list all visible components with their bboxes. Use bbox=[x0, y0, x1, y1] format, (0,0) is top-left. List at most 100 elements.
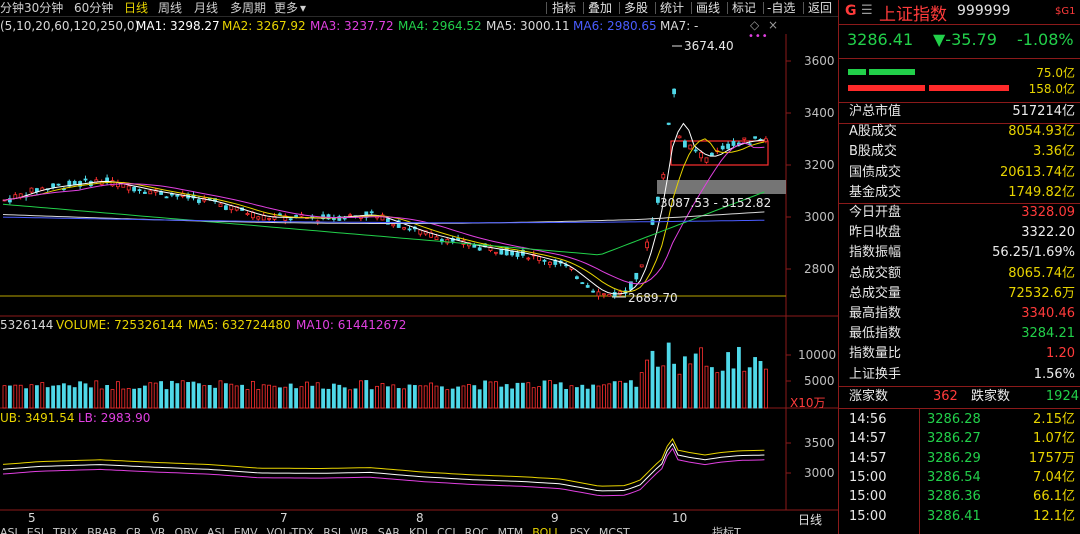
volume-bar bbox=[753, 357, 757, 409]
volume-bar bbox=[380, 383, 385, 409]
kline-chart bbox=[0, 34, 838, 511]
volume-bar bbox=[553, 384, 558, 409]
indicator-tab[interactable]: OBV bbox=[175, 526, 198, 534]
indicator-tab[interactable]: VR bbox=[150, 526, 165, 534]
stat-label: 指数量比 bbox=[849, 346, 902, 362]
stat-value: 20613.74亿 bbox=[999, 164, 1075, 180]
indicator-tab[interactable]: ESI bbox=[27, 526, 44, 534]
candle-body bbox=[407, 228, 412, 231]
volume-bar bbox=[196, 383, 201, 409]
indicator-tab[interactable]: ASI bbox=[0, 526, 18, 534]
volume-bar bbox=[148, 382, 153, 409]
boll-lb: LB: 2983.90 bbox=[78, 411, 151, 425]
tick-volume: 12.1亿 bbox=[1033, 508, 1075, 524]
stat-label: 今日开盘 bbox=[849, 205, 902, 220]
tick-row: 15:00 3286.54 7.04亿 bbox=[839, 468, 1080, 488]
stat-row: 国债成交 20613.74亿 bbox=[839, 163, 1080, 183]
volume-bar bbox=[391, 384, 396, 409]
stat-value: 1.56% bbox=[1033, 366, 1075, 382]
indicator-tab[interactable]: SAR bbox=[378, 526, 400, 534]
buy-flow-bar bbox=[869, 69, 915, 75]
volume-tick-10000: 10000 bbox=[798, 348, 837, 362]
volume-bar bbox=[596, 385, 601, 409]
indicator-tab[interactable]: MCST bbox=[599, 526, 630, 534]
candle-body bbox=[175, 194, 180, 197]
indicator-tab[interactable]: BRAR bbox=[87, 526, 117, 534]
ma-line bbox=[2, 122, 765, 295]
volume-bar bbox=[175, 383, 180, 409]
volume-bar bbox=[423, 385, 428, 409]
candle-body bbox=[256, 216, 261, 220]
volume-bar bbox=[105, 385, 109, 409]
indicator-tab[interactable]: MTM bbox=[498, 526, 524, 534]
volume-bar bbox=[358, 380, 363, 409]
candle-body bbox=[83, 178, 88, 181]
candle-body bbox=[650, 219, 655, 225]
price-change-pct: -1.08% bbox=[1017, 30, 1074, 49]
x-tick-6: 6 bbox=[152, 511, 160, 525]
volume-bar bbox=[580, 384, 585, 409]
candle-body bbox=[132, 187, 137, 192]
volume-bar bbox=[375, 385, 380, 409]
x-tick-10: 10 bbox=[672, 511, 688, 525]
indicator-tab[interactable]: WR bbox=[350, 526, 369, 534]
order-flow: 75.0亿 158.0亿 bbox=[839, 58, 1080, 103]
volume-bar bbox=[445, 389, 450, 409]
volume-bar bbox=[137, 388, 142, 409]
stat-row: 基金成交 1749.82亿 bbox=[839, 183, 1080, 203]
indicator-tab[interactable]: VOL-TDX bbox=[267, 526, 315, 534]
indicator-tab[interactable]: ASI bbox=[207, 526, 225, 534]
volume-bar bbox=[110, 389, 115, 409]
volume-unit: X10万 bbox=[790, 396, 826, 410]
stat-row: 最低指数 3284.21 bbox=[839, 324, 1080, 344]
tick-price: 3286.28 bbox=[927, 412, 981, 427]
menu-icon[interactable]: ☰ bbox=[861, 3, 873, 18]
tick-row: 15:00 3286.41 12.1亿 bbox=[839, 507, 1080, 527]
volume-bar bbox=[40, 382, 45, 409]
indicator-tab[interactable]: BOLL bbox=[532, 526, 560, 534]
indicator-tab[interactable]: KDJ bbox=[409, 526, 428, 534]
volume-bar bbox=[240, 384, 245, 409]
volume-bar bbox=[72, 387, 77, 409]
volume-bar bbox=[261, 384, 266, 409]
stat-row: 今日开盘 3328.09 bbox=[839, 203, 1080, 223]
candle-body bbox=[677, 135, 682, 139]
indicator-tab[interactable]: RSI bbox=[323, 526, 341, 534]
volume-bar bbox=[618, 380, 622, 409]
indicator-tab[interactable]: EMV bbox=[234, 526, 258, 534]
stat-label: 总成交量 bbox=[849, 285, 902, 301]
volume-bar bbox=[396, 388, 401, 409]
volume-bar bbox=[304, 381, 309, 409]
market-badge: $G1 bbox=[1055, 6, 1076, 17]
volume-bar bbox=[558, 382, 563, 409]
stat-row: 昨日收盘 3322.20 bbox=[839, 223, 1080, 243]
candle-body bbox=[35, 188, 39, 193]
price-summary: 3286.41 ▼-35.79 -1.08% bbox=[839, 24, 1080, 59]
divider bbox=[839, 123, 1080, 124]
indicator-tab[interactable]: ROC bbox=[465, 526, 489, 534]
candle-body bbox=[710, 152, 714, 156]
candle-body bbox=[348, 214, 353, 217]
tick-volume: 1757万 bbox=[1028, 450, 1075, 466]
volume-bar bbox=[132, 388, 137, 409]
volume-bar bbox=[548, 380, 552, 409]
volume-bar bbox=[742, 370, 747, 409]
indicator-tab[interactable]: CCI bbox=[437, 526, 456, 534]
volume-bar bbox=[575, 387, 579, 409]
tick-price: 3286.54 bbox=[927, 469, 981, 485]
sell-flow-bar bbox=[848, 85, 925, 91]
candle-body bbox=[753, 136, 757, 139]
indicator-tab[interactable]: PSY bbox=[570, 526, 590, 534]
volume-bar bbox=[180, 380, 185, 409]
volume-bar bbox=[13, 384, 18, 409]
candle-body bbox=[607, 293, 612, 297]
volume-bar bbox=[310, 385, 315, 409]
ma-line bbox=[2, 447, 765, 497]
volume-bar bbox=[7, 385, 12, 409]
price-tick-3600: 3600 bbox=[804, 54, 835, 68]
indicator-tab[interactable]: CR bbox=[126, 526, 141, 534]
indicator-more[interactable]: 指标T bbox=[712, 526, 741, 534]
candle-body bbox=[661, 173, 666, 179]
volume-bar bbox=[191, 381, 196, 409]
indicator-tab[interactable]: TRIX bbox=[53, 526, 78, 534]
